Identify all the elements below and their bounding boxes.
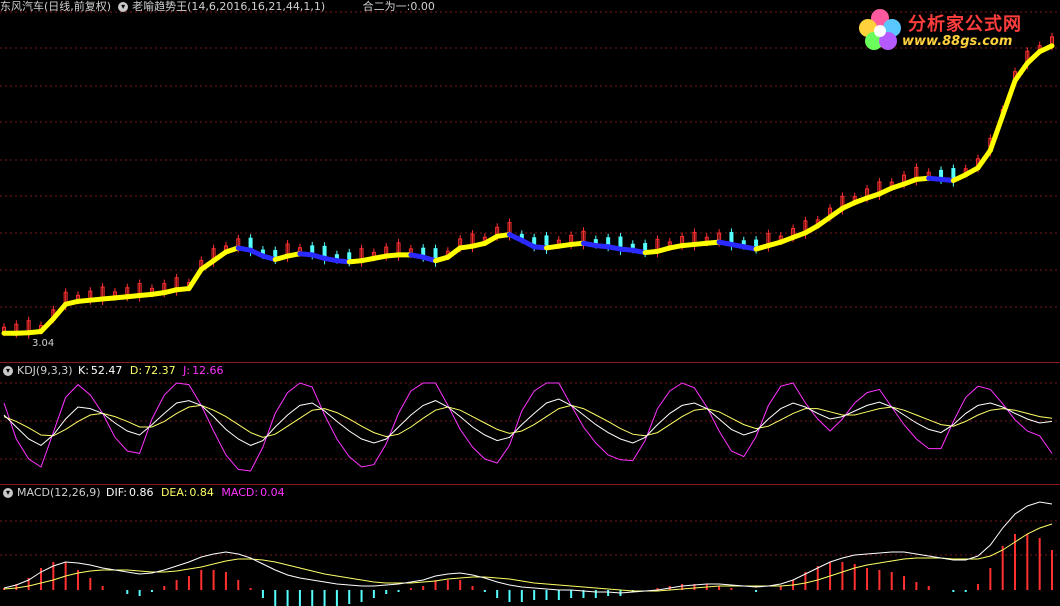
d-value: 72.37 xyxy=(144,364,176,377)
dea-label: DEA: xyxy=(160,486,188,499)
min-price-label: 3.04 xyxy=(32,338,55,349)
j-line xyxy=(3,382,1053,472)
trend-segment xyxy=(1000,78,1018,118)
macd-value: 0.04 xyxy=(260,486,285,499)
trend-segment xyxy=(186,266,204,292)
macd-header: ▾ MACD(12,26,9) DIF: 0.86 DEA: 0.84 MACD: 0.… xyxy=(0,486,289,500)
indicator-params: (14,6,2016,16,21,44,1,1) xyxy=(187,0,326,13)
macd-panel[interactable]: ▾ MACD(12,26,9) DIF: 0.86 DEA: 0.84 MACD: 0.… xyxy=(0,485,1060,606)
kdj-label[interactable]: KDJ(9,3,3) xyxy=(17,364,73,377)
dif-line xyxy=(3,501,1053,594)
price-panel[interactable]: 东风汽车(日线,前复权) ▾ 老喻趋势王(14,6,2016,16,21,44,1,… xyxy=(0,0,1060,362)
dif-value: 0.86 xyxy=(128,486,154,499)
kdj-menu-icon[interactable]: ▾ xyxy=(3,365,13,376)
extra-label: 合二为一: xyxy=(362,0,411,13)
j-value: 12.66 xyxy=(192,364,224,377)
dif-label: DIF: xyxy=(106,486,127,499)
trend-segment xyxy=(987,113,1006,153)
macd-menu-icon[interactable]: ▾ xyxy=(3,487,13,498)
extra-value: 0.00 xyxy=(410,0,435,13)
dea-value: 0.84 xyxy=(189,486,214,499)
d-label: D: xyxy=(129,364,143,377)
kdj-panel[interactable]: ▾ KDJ(9,3,3) K: 52.47 D: 72.37 J: 12.66 xyxy=(0,363,1060,484)
kdj-chart[interactable] xyxy=(0,363,1060,484)
k-label: K: xyxy=(78,364,89,377)
price-panel-header: 东风汽车(日线,前复权) ▾ 老喻趋势王(14,6,2016,16,21,44,1,… xyxy=(0,0,439,14)
j-label: J: xyxy=(183,364,191,377)
price-chart[interactable] xyxy=(0,0,1060,362)
macd-value-label: MACD: xyxy=(221,486,259,499)
macd-chart[interactable] xyxy=(0,485,1060,606)
kdj-header: ▾ KDJ(9,3,3) K: 52.47 D: 72.37 J: 12.66 xyxy=(0,364,228,378)
indicator-menu-icon[interactable]: ▾ xyxy=(118,1,129,12)
dea-line xyxy=(3,523,1053,592)
indicator-name[interactable]: 老喻趋势王 xyxy=(132,0,187,13)
k-line xyxy=(3,398,1053,446)
logo-name: 分析家公式网 xyxy=(908,14,1022,35)
macd-label[interactable]: MACD(12,26,9) xyxy=(17,486,101,499)
logo-url: www.88gs.com xyxy=(902,34,1013,49)
k-value: 52.47 xyxy=(90,364,123,377)
site-logo: 分析家公式网 www.88gs.com xyxy=(852,4,1052,54)
stock-title: 东风汽车(日线,前复权) xyxy=(0,0,112,13)
